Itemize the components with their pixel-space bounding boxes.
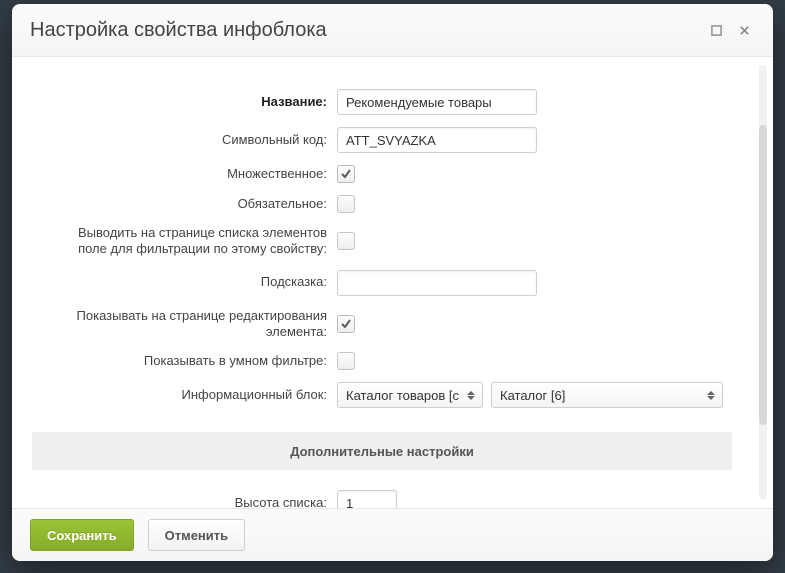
- label-hint: Подсказка:: [12, 274, 335, 290]
- checkbox-smart-filter[interactable]: [337, 352, 355, 370]
- row-show-filter: Выводить на странице списка элементов по…: [12, 219, 752, 264]
- form-scroll[interactable]: Название: Символьный код: Множественное:: [12, 57, 752, 508]
- row-list-height: Высота списка:: [12, 484, 752, 508]
- label-name: Название:: [12, 94, 335, 110]
- input-hint[interactable]: [337, 270, 537, 296]
- label-show-filter: Выводить на странице списка элементов по…: [12, 225, 335, 258]
- scrollbar[interactable]: [759, 65, 767, 500]
- label-required: Обязательное:: [12, 196, 335, 212]
- select-iblock-type-value: Каталог товаров [ca: [346, 388, 459, 403]
- chevron-updown-icon: [704, 391, 718, 400]
- scrollbar-thumb[interactable]: [759, 125, 767, 425]
- row-required: Обязательное:: [12, 189, 752, 219]
- label-show-edit: Показывать на странице редактирования эл…: [12, 308, 335, 341]
- label-multiple: Множественное:: [12, 166, 335, 182]
- label-iblock: Информационный блок:: [12, 387, 335, 403]
- select-iblock-type[interactable]: Каталог товаров [ca: [337, 382, 483, 408]
- cancel-button[interactable]: Отменить: [148, 519, 246, 551]
- dialog-content: Название: Символьный код: Множественное:: [12, 57, 773, 508]
- checkbox-show-edit[interactable]: [337, 315, 355, 333]
- checkbox-multiple[interactable]: [337, 165, 355, 183]
- input-name[interactable]: [337, 89, 537, 115]
- label-smart-filter: Показывать в умном фильтре:: [12, 353, 335, 369]
- maximize-button[interactable]: [705, 19, 727, 41]
- row-iblock: Информационный блок: Каталог товаров [ca…: [12, 376, 752, 414]
- dialog-title: Настройка свойства инфоблока: [30, 19, 699, 42]
- close-button[interactable]: [733, 19, 755, 41]
- row-hint: Подсказка:: [12, 264, 752, 302]
- titlebar: Настройка свойства инфоблока: [12, 4, 773, 57]
- select-iblock[interactable]: Каталог [6]: [491, 382, 723, 408]
- row-smart-filter: Показывать в умном фильтре:: [12, 346, 752, 376]
- dialog-footer: Сохранить Отменить: [12, 508, 773, 561]
- checkbox-required[interactable]: [337, 195, 355, 213]
- row-multiple: Множественное:: [12, 159, 752, 189]
- label-code: Символьный код:: [12, 132, 335, 148]
- row-code: Символьный код:: [12, 121, 752, 159]
- row-name: Название:: [12, 83, 752, 121]
- dialog: Настройка свойства инфоблока Название: С…: [12, 4, 773, 561]
- chevron-updown-icon: [465, 391, 478, 400]
- section-additional: Дополнительные настройки: [32, 432, 732, 470]
- row-show-edit: Показывать на странице редактирования эл…: [12, 302, 752, 347]
- label-list-height: Высота списка:: [12, 495, 335, 508]
- input-list-height[interactable]: [337, 490, 397, 508]
- input-code[interactable]: [337, 127, 537, 153]
- select-iblock-value: Каталог [6]: [500, 388, 698, 403]
- save-button[interactable]: Сохранить: [30, 519, 134, 551]
- checkbox-show-filter[interactable]: [337, 232, 355, 250]
